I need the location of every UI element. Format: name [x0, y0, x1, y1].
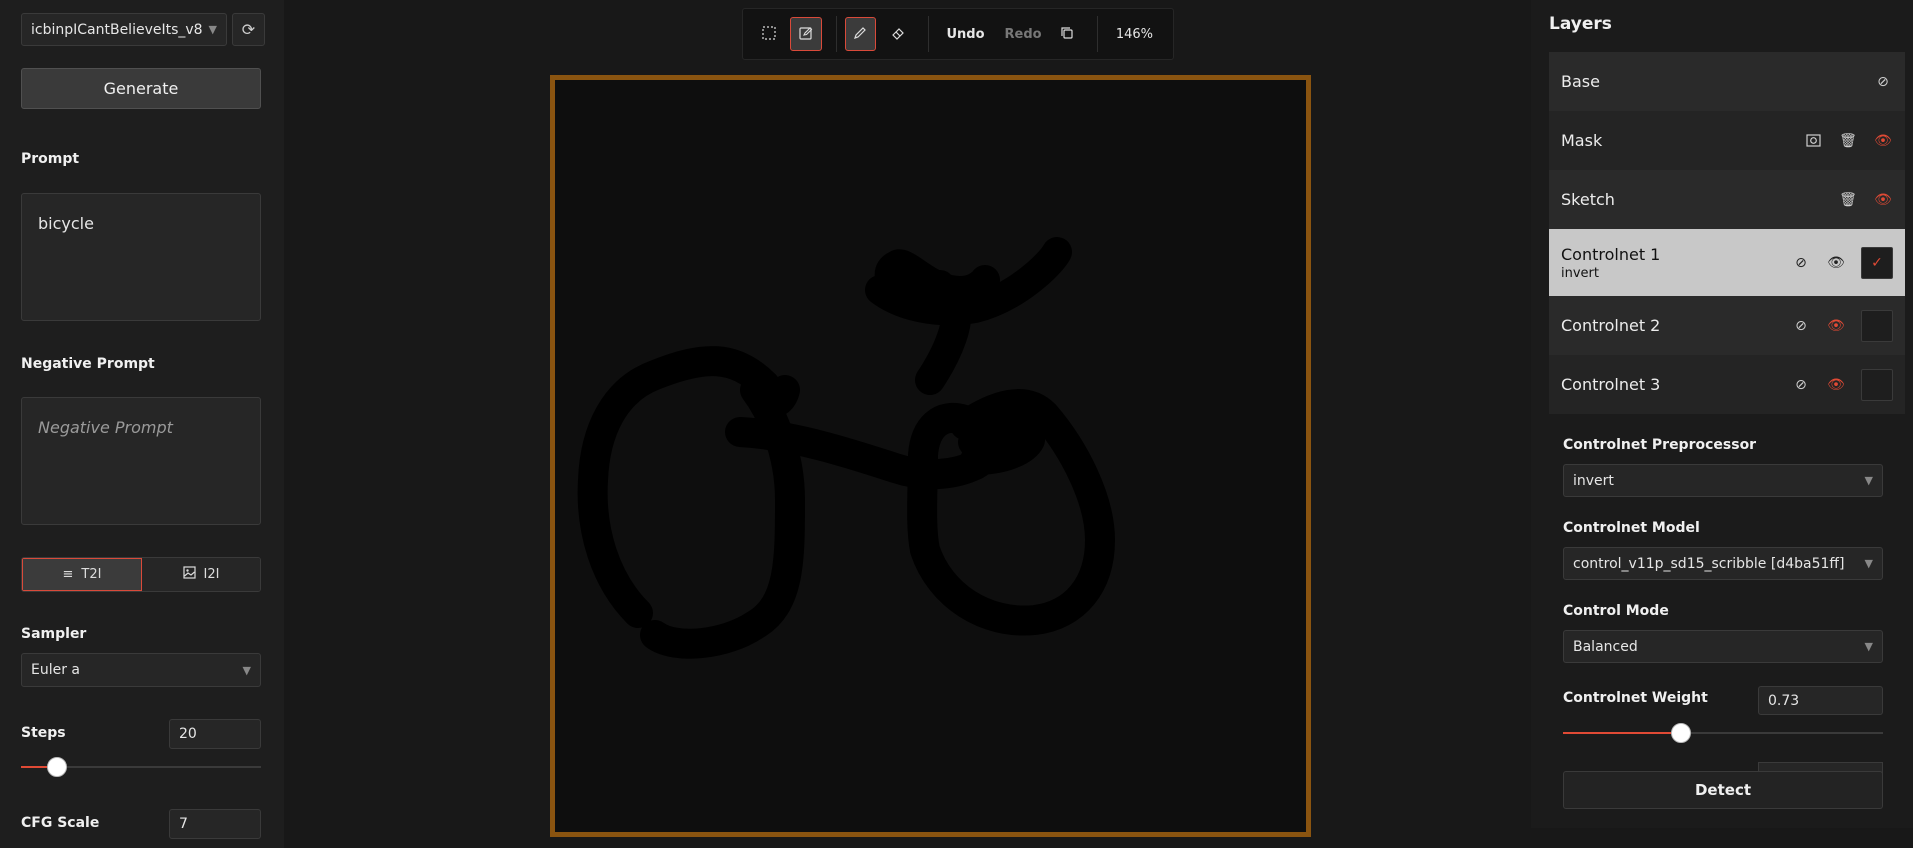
layer-controlnet-3[interactable]: Controlnet 3 ⊘ 👁 [1549, 355, 1905, 414]
edit-tool[interactable] [790, 17, 822, 51]
i2i-label: I2I [203, 567, 220, 582]
t2i-label: T2I [81, 567, 102, 582]
layer-name: Controlnet 2 [1561, 316, 1661, 335]
negative-prompt-input[interactable]: Negative Prompt [21, 397, 261, 525]
controlnet-weight-input[interactable]: 0.73 [1758, 686, 1883, 715]
control-mode-label: Control Mode [1563, 603, 1669, 619]
controlnet-model-value: control_v11p_sd15_scribble [d4ba51ff] [1573, 555, 1845, 572]
layer-name: Controlnet 3 [1561, 375, 1661, 394]
enable-checkbox[interactable] [1861, 309, 1893, 342]
bicycle-sketch [577, 237, 1115, 659]
mask-icon[interactable] [1803, 131, 1823, 151]
layer-name: Base [1561, 72, 1600, 91]
checkmark-icon: ✓ [1871, 254, 1883, 271]
zoom-level[interactable]: 146% [1106, 27, 1163, 42]
layer-name: Mask [1561, 131, 1603, 150]
enable-checkbox[interactable]: ✓ [1861, 246, 1893, 279]
layer-name: Sketch [1561, 190, 1615, 209]
model-row: icbinpICantBelieveIts_v8 ▼ ⟳ [21, 13, 265, 46]
layer-controlnet-2[interactable]: Controlnet 2 ⊘ 👁 [1549, 296, 1905, 355]
detect-button[interactable]: Detect [1563, 771, 1883, 809]
weight-slider-fill [1563, 732, 1681, 734]
layer-name: Controlnet 1 [1561, 244, 1661, 264]
chevron-down-icon: ▼ [242, 663, 251, 677]
eraser-tool[interactable] [882, 17, 913, 51]
disable-icon[interactable]: ⊘ [1791, 253, 1811, 273]
eraser-icon [891, 25, 905, 44]
mode-toggle: ≡ T2I I2I [21, 557, 261, 592]
brush-tool[interactable] [844, 17, 877, 51]
refresh-icon: ⟳ [241, 20, 256, 39]
lines-icon: ≡ [62, 567, 74, 582]
layers-title: Layers [1549, 14, 1612, 34]
steps-slider-thumb[interactable] [47, 757, 67, 777]
enable-checkbox[interactable] [1861, 368, 1893, 401]
controlnet-weight-slider[interactable] [1563, 723, 1883, 743]
trash-icon[interactable]: 🗑 [1838, 131, 1858, 151]
chevron-down-icon: ▼ [1864, 640, 1873, 653]
controlnet-model-select[interactable]: control_v11p_sd15_scribble [d4ba51ff] ▼ [1563, 547, 1883, 580]
left-panel: icbinpICantBelieveIts_v8 ▼ ⟳ Generate Pr… [0, 0, 284, 848]
negative-prompt-label: Negative Prompt [21, 356, 155, 372]
steps-input[interactable]: 20 [169, 719, 261, 749]
marquee-icon [762, 25, 776, 44]
layer-controlnet-1[interactable]: Controlnet 1 invert ⊘ 👁 ✓ [1549, 229, 1905, 296]
cfg-input[interactable]: 7 [169, 809, 261, 839]
right-panel: Layers Base ⊘ Mask 🗑 👁 Sketch 🗑 👁 Contro… [1531, 0, 1913, 828]
drawing-canvas[interactable] [550, 75, 1311, 837]
sampler-select[interactable]: Euler a ▼ [21, 653, 261, 687]
disable-icon[interactable]: ⊘ [1873, 72, 1893, 92]
generate-button[interactable]: Generate [21, 68, 261, 109]
toolbar-divider [927, 16, 929, 52]
sampler-label: Sampler [21, 626, 87, 642]
control-mode-value: Balanced [1573, 638, 1638, 655]
toolbar-divider [1096, 16, 1098, 52]
image-icon [182, 566, 196, 583]
chevron-down-icon: ▼ [208, 23, 217, 36]
controlnet-weight-label: Controlnet Weight [1563, 690, 1708, 706]
redo-button[interactable]: Redo [995, 27, 1052, 42]
copy-icon [1060, 25, 1074, 44]
canvas-toolbar: Undo Redo 146% [742, 8, 1174, 60]
layer-sketch[interactable]: Sketch 🗑 👁 [1549, 170, 1905, 229]
eye-icon[interactable]: 👁 [1826, 375, 1846, 395]
toolbar-divider [835, 16, 837, 52]
pencil-icon [853, 25, 867, 44]
i2i-button[interactable]: I2I [142, 558, 260, 591]
t2i-button[interactable]: ≡ T2I [22, 558, 142, 591]
duplicate-tool[interactable] [1052, 17, 1083, 51]
prompt-label: Prompt [21, 151, 80, 167]
preprocessor-label: Controlnet Preprocessor [1563, 437, 1757, 453]
chevron-down-icon: ▼ [1864, 474, 1873, 487]
eye-icon[interactable]: 👁 [1826, 316, 1846, 336]
weight-slider-thumb[interactable] [1671, 723, 1691, 743]
eye-icon[interactable]: 👁 [1873, 190, 1893, 210]
chevron-down-icon: ▼ [1864, 557, 1873, 570]
control-mode-select[interactable]: Balanced ▼ [1563, 630, 1883, 663]
preprocessor-value: invert [1573, 472, 1614, 489]
layer-base[interactable]: Base ⊘ [1549, 52, 1905, 111]
undo-button[interactable]: Undo [936, 27, 994, 42]
edit-square-icon [799, 25, 813, 44]
marquee-select-tool[interactable] [753, 17, 784, 51]
cfg-label: CFG Scale [21, 815, 100, 831]
layer-mask[interactable]: Mask 🗑 👁 [1549, 111, 1905, 170]
model-select[interactable]: icbinpICantBelieveIts_v8 ▼ [21, 13, 227, 46]
steps-label: Steps [21, 725, 66, 741]
eye-icon[interactable]: 👁 [1826, 253, 1846, 273]
layer-preprocessor: invert [1561, 265, 1599, 281]
controlnet-model-label: Controlnet Model [1563, 520, 1700, 536]
layers-list: Base ⊘ Mask 🗑 👁 Sketch 🗑 👁 Controlnet 1 [1549, 52, 1905, 414]
eye-icon[interactable]: 👁 [1873, 131, 1893, 151]
trash-icon[interactable]: 🗑 [1838, 190, 1858, 210]
disable-icon[interactable]: ⊘ [1791, 316, 1811, 336]
steps-slider[interactable] [21, 757, 261, 777]
refresh-button[interactable]: ⟳ [232, 13, 265, 46]
model-select-value: icbinpICantBelieveIts_v8 [31, 21, 203, 38]
sampler-value: Euler a [31, 662, 81, 678]
preprocessor-select[interactable]: invert ▼ [1563, 464, 1883, 497]
disable-icon[interactable]: ⊘ [1791, 375, 1811, 395]
prompt-input[interactable]: bicycle [21, 193, 261, 321]
